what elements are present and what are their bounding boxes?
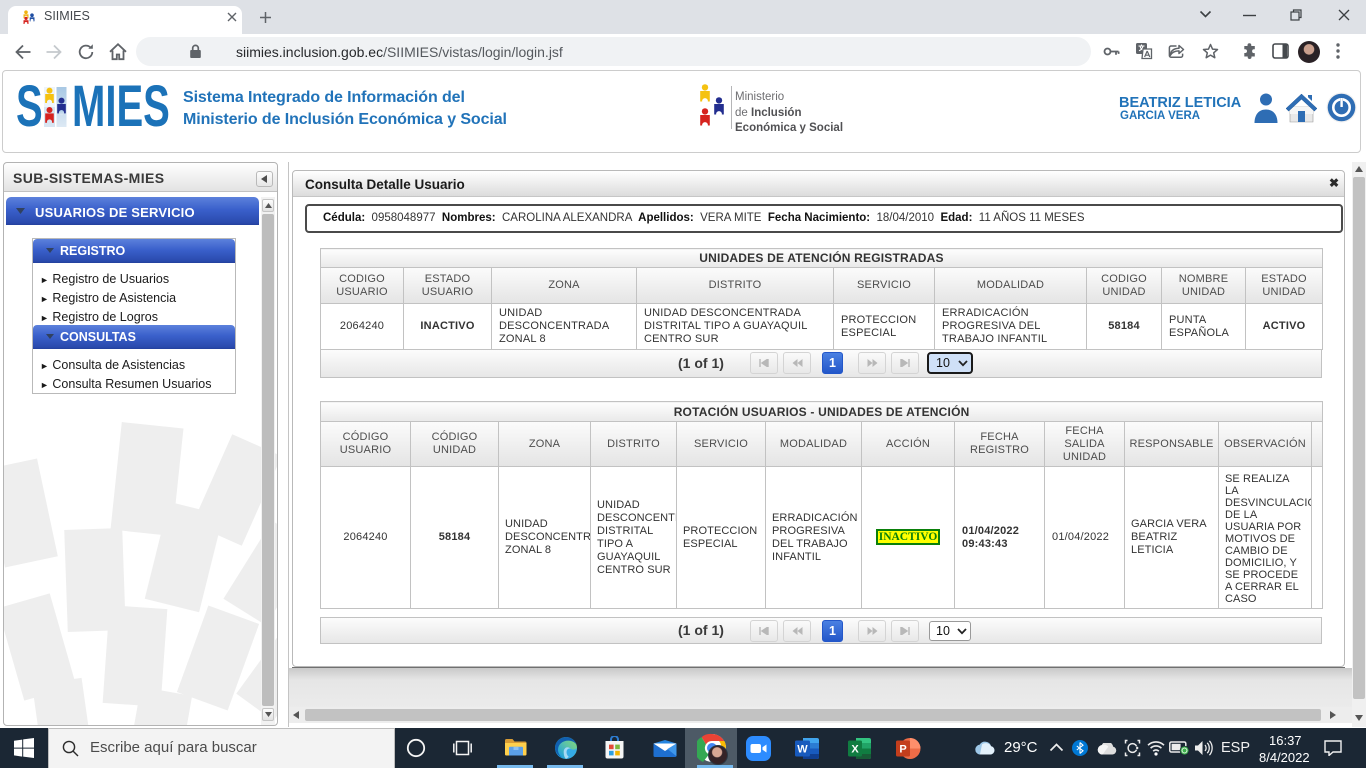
svg-text:W: W bbox=[797, 744, 808, 756]
svg-text:X: X bbox=[851, 744, 859, 756]
svg-text:P: P bbox=[899, 744, 906, 756]
